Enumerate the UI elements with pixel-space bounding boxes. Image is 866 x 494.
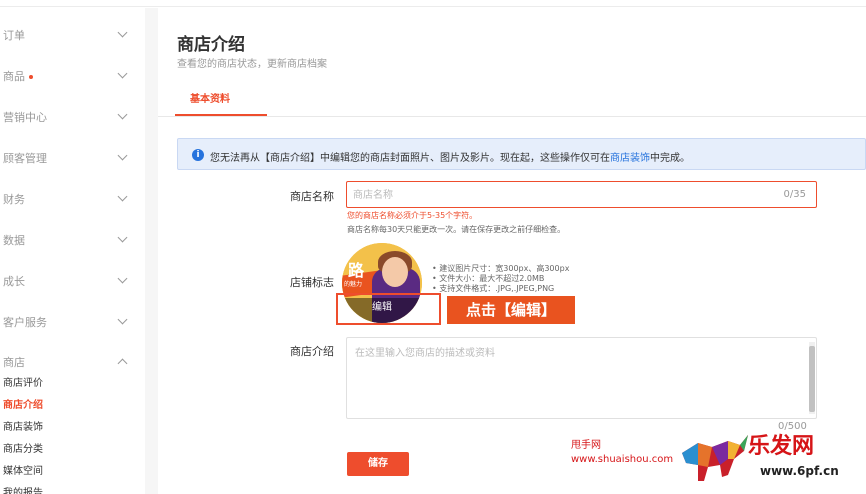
- shop-name-hint: 商店名称每30天只能更改一次。请在保存更改之前仔细检查。: [347, 225, 566, 234]
- sidebar-item-label: 订单: [3, 29, 25, 42]
- sidebar-item-finance[interactable]: 财务: [0, 184, 145, 214]
- watermark-brand-url: www.6pf.cn: [760, 464, 839, 478]
- sidebar-divider: [145, 8, 158, 494]
- shop-name-field[interactable]: 0/35: [346, 181, 817, 208]
- sidebar: 订单 商品 营销中心 顾客管理 财务 数据 成长 客户服务 商店 商店评价 商店…: [0, 8, 145, 494]
- info-notice: i 您无法再从【商店介绍】中编辑您的商店封面照片、图片及影片。现在起，这些操作仅…: [177, 138, 866, 170]
- sidebar-item-label: 财务: [3, 193, 25, 206]
- chevron-down-icon: [117, 68, 128, 79]
- sidebar-subitem-shop-profile[interactable]: 商店介绍: [3, 396, 43, 411]
- top-border: [0, 0, 866, 7]
- sidebar-item-label: 顾客管理: [3, 152, 47, 165]
- notice-text: 您无法再从【商店介绍】中编辑您的商店封面照片、图片及影片。现在起，这些操作仅可在…: [210, 149, 690, 164]
- shop-name-error: 您的商店名称必须介于5-35个字符。: [347, 211, 478, 220]
- description-scrollbar[interactable]: [809, 346, 815, 412]
- logo-hint-filesize: • 文件大小：最大不超过2.0MB: [432, 274, 545, 283]
- sidebar-item-shop[interactable]: 商店: [0, 347, 145, 377]
- logo-hint-format: • 支持文件格式：.JPG,.JPEG,PNG: [432, 284, 555, 293]
- sidebar-item-label: 营销中心: [3, 111, 47, 124]
- sidebar-subitem-media-space[interactable]: 媒体空间: [3, 462, 43, 477]
- info-icon: i: [192, 149, 204, 161]
- shop-description-field[interactable]: [346, 337, 817, 419]
- chevron-down-icon: [117, 314, 128, 325]
- page-title: 商店介绍: [177, 35, 245, 55]
- watermark-brand: 乐发网: [748, 433, 815, 459]
- shop-logo-label: 店铺标志: [290, 276, 334, 289]
- logo-figure-face: [382, 257, 408, 287]
- bull-logo-icon: [682, 435, 748, 481]
- sidebar-item-label-wrap: 商品: [3, 68, 33, 84]
- sidebar-item-growth[interactable]: 成长: [0, 266, 145, 296]
- chevron-down-icon: [117, 150, 128, 161]
- chevron-down-icon: [117, 109, 128, 120]
- sidebar-item-customer-service[interactable]: 客户服务: [0, 307, 145, 337]
- sidebar-subitem-shop-ratings[interactable]: 商店评价: [3, 374, 43, 389]
- sidebar-item-label: 数据: [3, 234, 25, 247]
- logo-text-small: 的魅力: [344, 281, 363, 288]
- shop-name-input[interactable]: [353, 186, 753, 204]
- shop-description-input[interactable]: [355, 344, 795, 410]
- notification-dot-icon: [29, 75, 33, 79]
- chevron-down-icon: [117, 273, 128, 284]
- notice-text-before: 您无法再从【商店介绍】中编辑您的商店封面照片、图片及影片。现在起，这些操作仅可在: [210, 153, 610, 164]
- chevron-down-icon: [117, 27, 128, 38]
- chevron-down-icon: [117, 191, 128, 202]
- chevron-down-icon: [117, 232, 128, 243]
- page-subtitle: 查看您的商店状态，更新商店档案: [177, 59, 327, 70]
- sidebar-item-orders[interactable]: 订单: [0, 20, 145, 50]
- chevron-up-icon: [117, 358, 128, 369]
- sidebar-item-products[interactable]: 商品: [0, 61, 145, 91]
- sidebar-item-label: 商品: [3, 70, 25, 83]
- sidebar-item-label: 客户服务: [3, 316, 47, 329]
- sidebar-subitem-my-reports[interactable]: 我的报告: [3, 484, 43, 494]
- logo-hint-size: • 建议图片尺寸：宽300px、高300px: [432, 264, 570, 273]
- click-edit-callout: 点击【编辑】: [447, 296, 575, 324]
- notice-text-after: 中完成。: [650, 153, 690, 164]
- watermark-shuaishou: 甩手网: [571, 440, 601, 451]
- shop-name-label: 商店名称: [290, 190, 334, 203]
- sidebar-item-customers[interactable]: 顾客管理: [0, 143, 145, 173]
- tab-bar-divider: [158, 116, 866, 117]
- tab-basic-info[interactable]: 基本资料: [190, 90, 230, 105]
- shop-name-counter: 0/35: [783, 189, 806, 200]
- sidebar-subitem-shop-categories[interactable]: 商店分类: [3, 440, 43, 455]
- edit-highlight-box: [336, 293, 441, 325]
- logo-requirements: • 建议图片尺寸：宽300px、高300px • 文件大小：最大不超过2.0MB…: [432, 264, 569, 294]
- sidebar-subitem-shop-decoration[interactable]: 商店装饰: [3, 418, 43, 433]
- sidebar-item-label: 商店: [3, 356, 25, 369]
- sidebar-item-marketing[interactable]: 营销中心: [0, 102, 145, 132]
- watermark-shuaishou-url: www.shuaishou.com: [571, 454, 674, 465]
- save-button[interactable]: 储存: [347, 452, 409, 476]
- sidebar-item-label: 成长: [3, 275, 25, 288]
- shop-decoration-link[interactable]: 商店装饰: [610, 153, 650, 164]
- sidebar-item-data[interactable]: 数据: [0, 225, 145, 255]
- logo-text-big: 路: [348, 261, 365, 280]
- shop-description-label: 商店介绍: [290, 345, 334, 358]
